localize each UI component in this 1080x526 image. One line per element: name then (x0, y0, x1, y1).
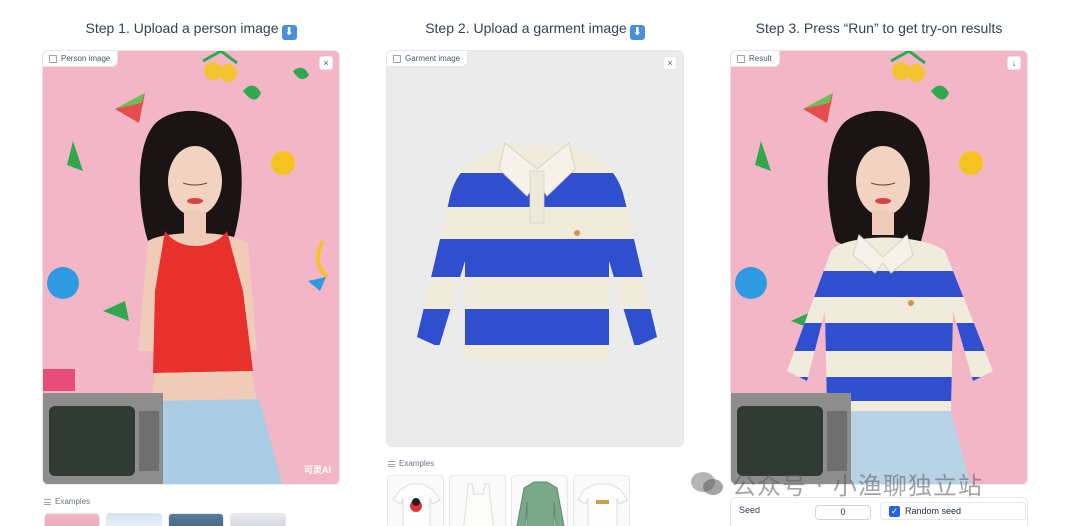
person-example-thumb[interactable] (168, 513, 224, 526)
person-photo (43, 51, 339, 484)
wechat-icon (691, 471, 723, 495)
garment-image-panel[interactable]: Garment image × (386, 50, 684, 447)
person-image-panel[interactable]: Person image × 可灵AI (42, 50, 340, 485)
person-image-label: Person image (43, 51, 119, 67)
step2-title: Step 2. Upload a garment image ⬇ (386, 20, 684, 40)
garment-example-thumb[interactable] (573, 475, 630, 526)
download-arrow-icon: ⬇ (281, 25, 297, 40)
download-icon[interactable]: ↓ (1007, 56, 1021, 70)
close-icon[interactable]: × (319, 56, 333, 70)
result-panel: Result ↓ (730, 50, 1028, 485)
person-examples-label: Examples (44, 497, 90, 506)
checkbox-checked-icon[interactable]: ✓ (889, 505, 900, 517)
garment-photo (387, 51, 683, 446)
step1-title: Step 1. Upload a person image ⬇ (42, 20, 340, 40)
person-example-thumb[interactable] (106, 513, 162, 526)
tank-top-graphic (463, 483, 494, 526)
random-seed-label: Random seed (905, 506, 962, 516)
garment-image-label: Garment image (387, 51, 469, 67)
garment-example-thumb[interactable] (449, 475, 506, 526)
result-label: Result (731, 51, 780, 67)
garment-examples-label: Examples (388, 459, 434, 468)
seed-label: Seed (739, 505, 761, 515)
tshirt-graphic (392, 483, 441, 526)
garment-example-thumb[interactable] (511, 475, 568, 526)
list-icon (44, 498, 51, 505)
image-icon (49, 54, 57, 63)
close-icon[interactable]: × (663, 56, 677, 70)
brand-mark: 可灵AI (303, 465, 331, 475)
wechat-watermark: 公众号 · 小渔聊独立站 (690, 466, 983, 501)
list-icon (388, 460, 395, 467)
person-example-thumb[interactable] (44, 513, 100, 526)
image-icon (393, 54, 401, 63)
image-icon (737, 54, 745, 63)
jacket-graphic (516, 481, 565, 526)
tshirt-graphic (577, 483, 628, 526)
step3-title: Step 3. Press “Run” to get try-on result… (755, 20, 1003, 36)
seed-input[interactable]: 0 (815, 505, 871, 520)
result-photo (731, 51, 1027, 484)
person-example-thumb[interactable] (230, 513, 286, 526)
random-seed-checkbox[interactable]: ✓ Random seed (880, 502, 1026, 520)
garment-example-thumb[interactable] (387, 475, 444, 526)
download-arrow-icon: ⬇ (629, 25, 645, 40)
